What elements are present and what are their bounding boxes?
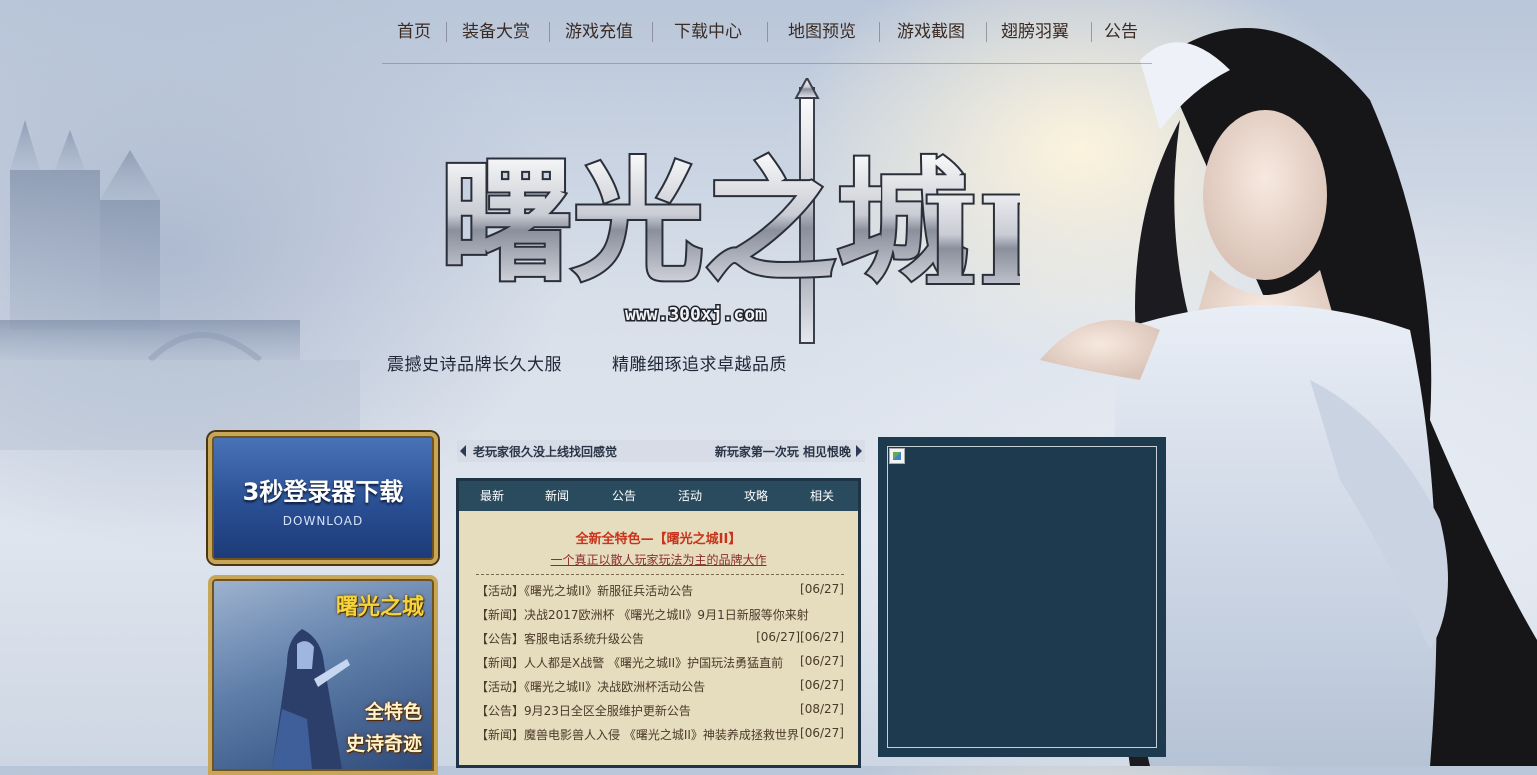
- news-item[interactable]: 【新闻】魔兽电影兽人入侵 《曙光之城II》神装养成拯救世界 [06/27]: [476, 726, 844, 746]
- news-item[interactable]: 【活动】《曙光之城II》决战欧洲杯活动公告 [06/27]: [476, 678, 844, 698]
- top-navigation: 首页 装备大赏 游戏充值 下载中心 地图预览 游戏截图 翅膀羽翼 公告: [382, 0, 1152, 64]
- nav-item-recharge[interactable]: 游戏充值: [565, 20, 633, 44]
- news-item-title[interactable]: 【新闻】人人都是X战警 《曙光之城II》护国玩法勇猛直前: [476, 654, 783, 671]
- media-panel: [878, 437, 1166, 757]
- nav-item-equipment[interactable]: 装备大赏: [462, 20, 530, 44]
- news-item-date: [06/27]: [800, 654, 844, 668]
- news-item[interactable]: 【活动】《曙光之城II》新服征兵活动公告 [06/27]: [476, 582, 844, 602]
- news-item-title[interactable]: 【新闻】魔兽电影兽人入侵 《曙光之城II》神装养成拯救世界: [476, 726, 799, 743]
- nav-separator: [446, 22, 447, 42]
- broken-image-icon: [889, 448, 905, 464]
- news-item-date: [08/27]: [800, 702, 844, 716]
- nav-separator: [549, 22, 550, 42]
- marquee-text-left[interactable]: 老玩家很久没上线找回感觉: [473, 443, 617, 460]
- nav-item-map-preview[interactable]: 地图预览: [788, 20, 856, 44]
- nav-separator: [879, 22, 880, 42]
- news-item-date: [06/27]: [800, 678, 844, 692]
- download-banner-subtitle: DOWNLOAD: [282, 514, 364, 528]
- download-banner-title: 3秒登录器下载: [242, 478, 404, 506]
- nav-separator: [652, 22, 653, 42]
- news-item-title[interactable]: 【新闻】决战2017欧洲杯 《曙光之城II》9月1日新服等你来射: [476, 606, 809, 623]
- nav-separator: [986, 22, 987, 42]
- tab-latest[interactable]: 最新: [480, 481, 504, 511]
- news-headline[interactable]: 全新全特色—【曙光之城II】: [459, 528, 858, 547]
- tab-announcements[interactable]: 公告: [612, 481, 636, 511]
- nav-separator: [767, 22, 768, 42]
- promo-logo: 曙光之城: [335, 595, 424, 620]
- news-item-date: [06/27][06/27]: [756, 630, 844, 644]
- tab-related[interactable]: 相关: [810, 481, 834, 511]
- news-item-title[interactable]: 【活动】《曙光之城II》决战欧洲杯活动公告: [476, 678, 705, 695]
- logo-title: 曙光之城: [440, 145, 968, 300]
- news-item-title[interactable]: 【活动】《曙光之城II》新服征兵活动公告: [476, 582, 693, 599]
- news-tab-bar: 最新 新闻 公告 活动 攻略 相关: [459, 481, 858, 511]
- news-panel: 最新 新闻 公告 活动 攻略 相关 全新全特色—【曙光之城II】 一个真正以散人…: [456, 478, 861, 768]
- media-frame[interactable]: [887, 446, 1157, 748]
- nav-item-announcement[interactable]: 公告: [1104, 20, 1138, 44]
- slogan-left: 震撼史诗品牌长久大服: [387, 355, 562, 375]
- nav-separator: [1091, 22, 1092, 42]
- promo-banner[interactable]: 曙光之城 全特色 史诗奇迹: [208, 575, 438, 775]
- scroll-right-arrow-icon[interactable]: [856, 445, 862, 457]
- scroll-left-arrow-icon[interactable]: [460, 445, 466, 457]
- launcher-download-banner[interactable]: 3秒登录器下载 DOWNLOAD: [208, 432, 438, 564]
- promo-line1: 全特色: [364, 701, 422, 723]
- tab-guides[interactable]: 攻略: [744, 481, 768, 511]
- news-item[interactable]: 【新闻】决战2017欧洲杯 《曙光之城II》9月1日新服等你来射: [476, 606, 844, 626]
- castle-background-image: [0, 120, 360, 450]
- marquee-bar: 老玩家很久没上线找回感觉 新玩家第一次玩 相见恨晚: [457, 440, 865, 462]
- news-item[interactable]: 【公告】9月23日全区全服维护更新公告 [08/27]: [476, 702, 844, 722]
- news-item[interactable]: 【新闻】人人都是X战警 《曙光之城II》护国玩法勇猛直前 [06/27]: [476, 654, 844, 674]
- game-logo: 曙光之城 II www.300xj.com: [438, 78, 1020, 344]
- nav-item-screenshots[interactable]: 游戏截图: [897, 20, 965, 44]
- news-item-title[interactable]: 【公告】9月23日全区全服维护更新公告: [476, 702, 691, 719]
- news-subline-link[interactable]: 一个真正以散人玩家玩法为主的品牌大作: [459, 551, 858, 568]
- slogan-right: 精雕细琢追求卓越品质: [612, 355, 787, 375]
- news-item-title[interactable]: 【公告】客服电话系统升级公告: [476, 630, 644, 647]
- tab-news[interactable]: 新闻: [545, 481, 569, 511]
- logo-numeral: II: [922, 171, 1020, 312]
- news-item[interactable]: 【公告】客服电话系统升级公告 [06/27][06/27]: [476, 630, 844, 650]
- nav-item-home[interactable]: 首页: [397, 20, 431, 44]
- nav-item-download[interactable]: 下载中心: [674, 20, 742, 44]
- news-item-date: [06/27]: [800, 726, 844, 740]
- promo-line2: 史诗奇迹: [345, 733, 422, 755]
- news-divider: [476, 574, 844, 575]
- nav-item-wings[interactable]: 翅膀羽翼: [1001, 20, 1069, 44]
- marquee-text-right[interactable]: 新玩家第一次玩 相见恨晚: [715, 443, 851, 460]
- news-item-date: [06/27]: [800, 582, 844, 596]
- tab-events[interactable]: 活动: [678, 481, 702, 511]
- logo-url: www.300xj.com: [625, 304, 766, 325]
